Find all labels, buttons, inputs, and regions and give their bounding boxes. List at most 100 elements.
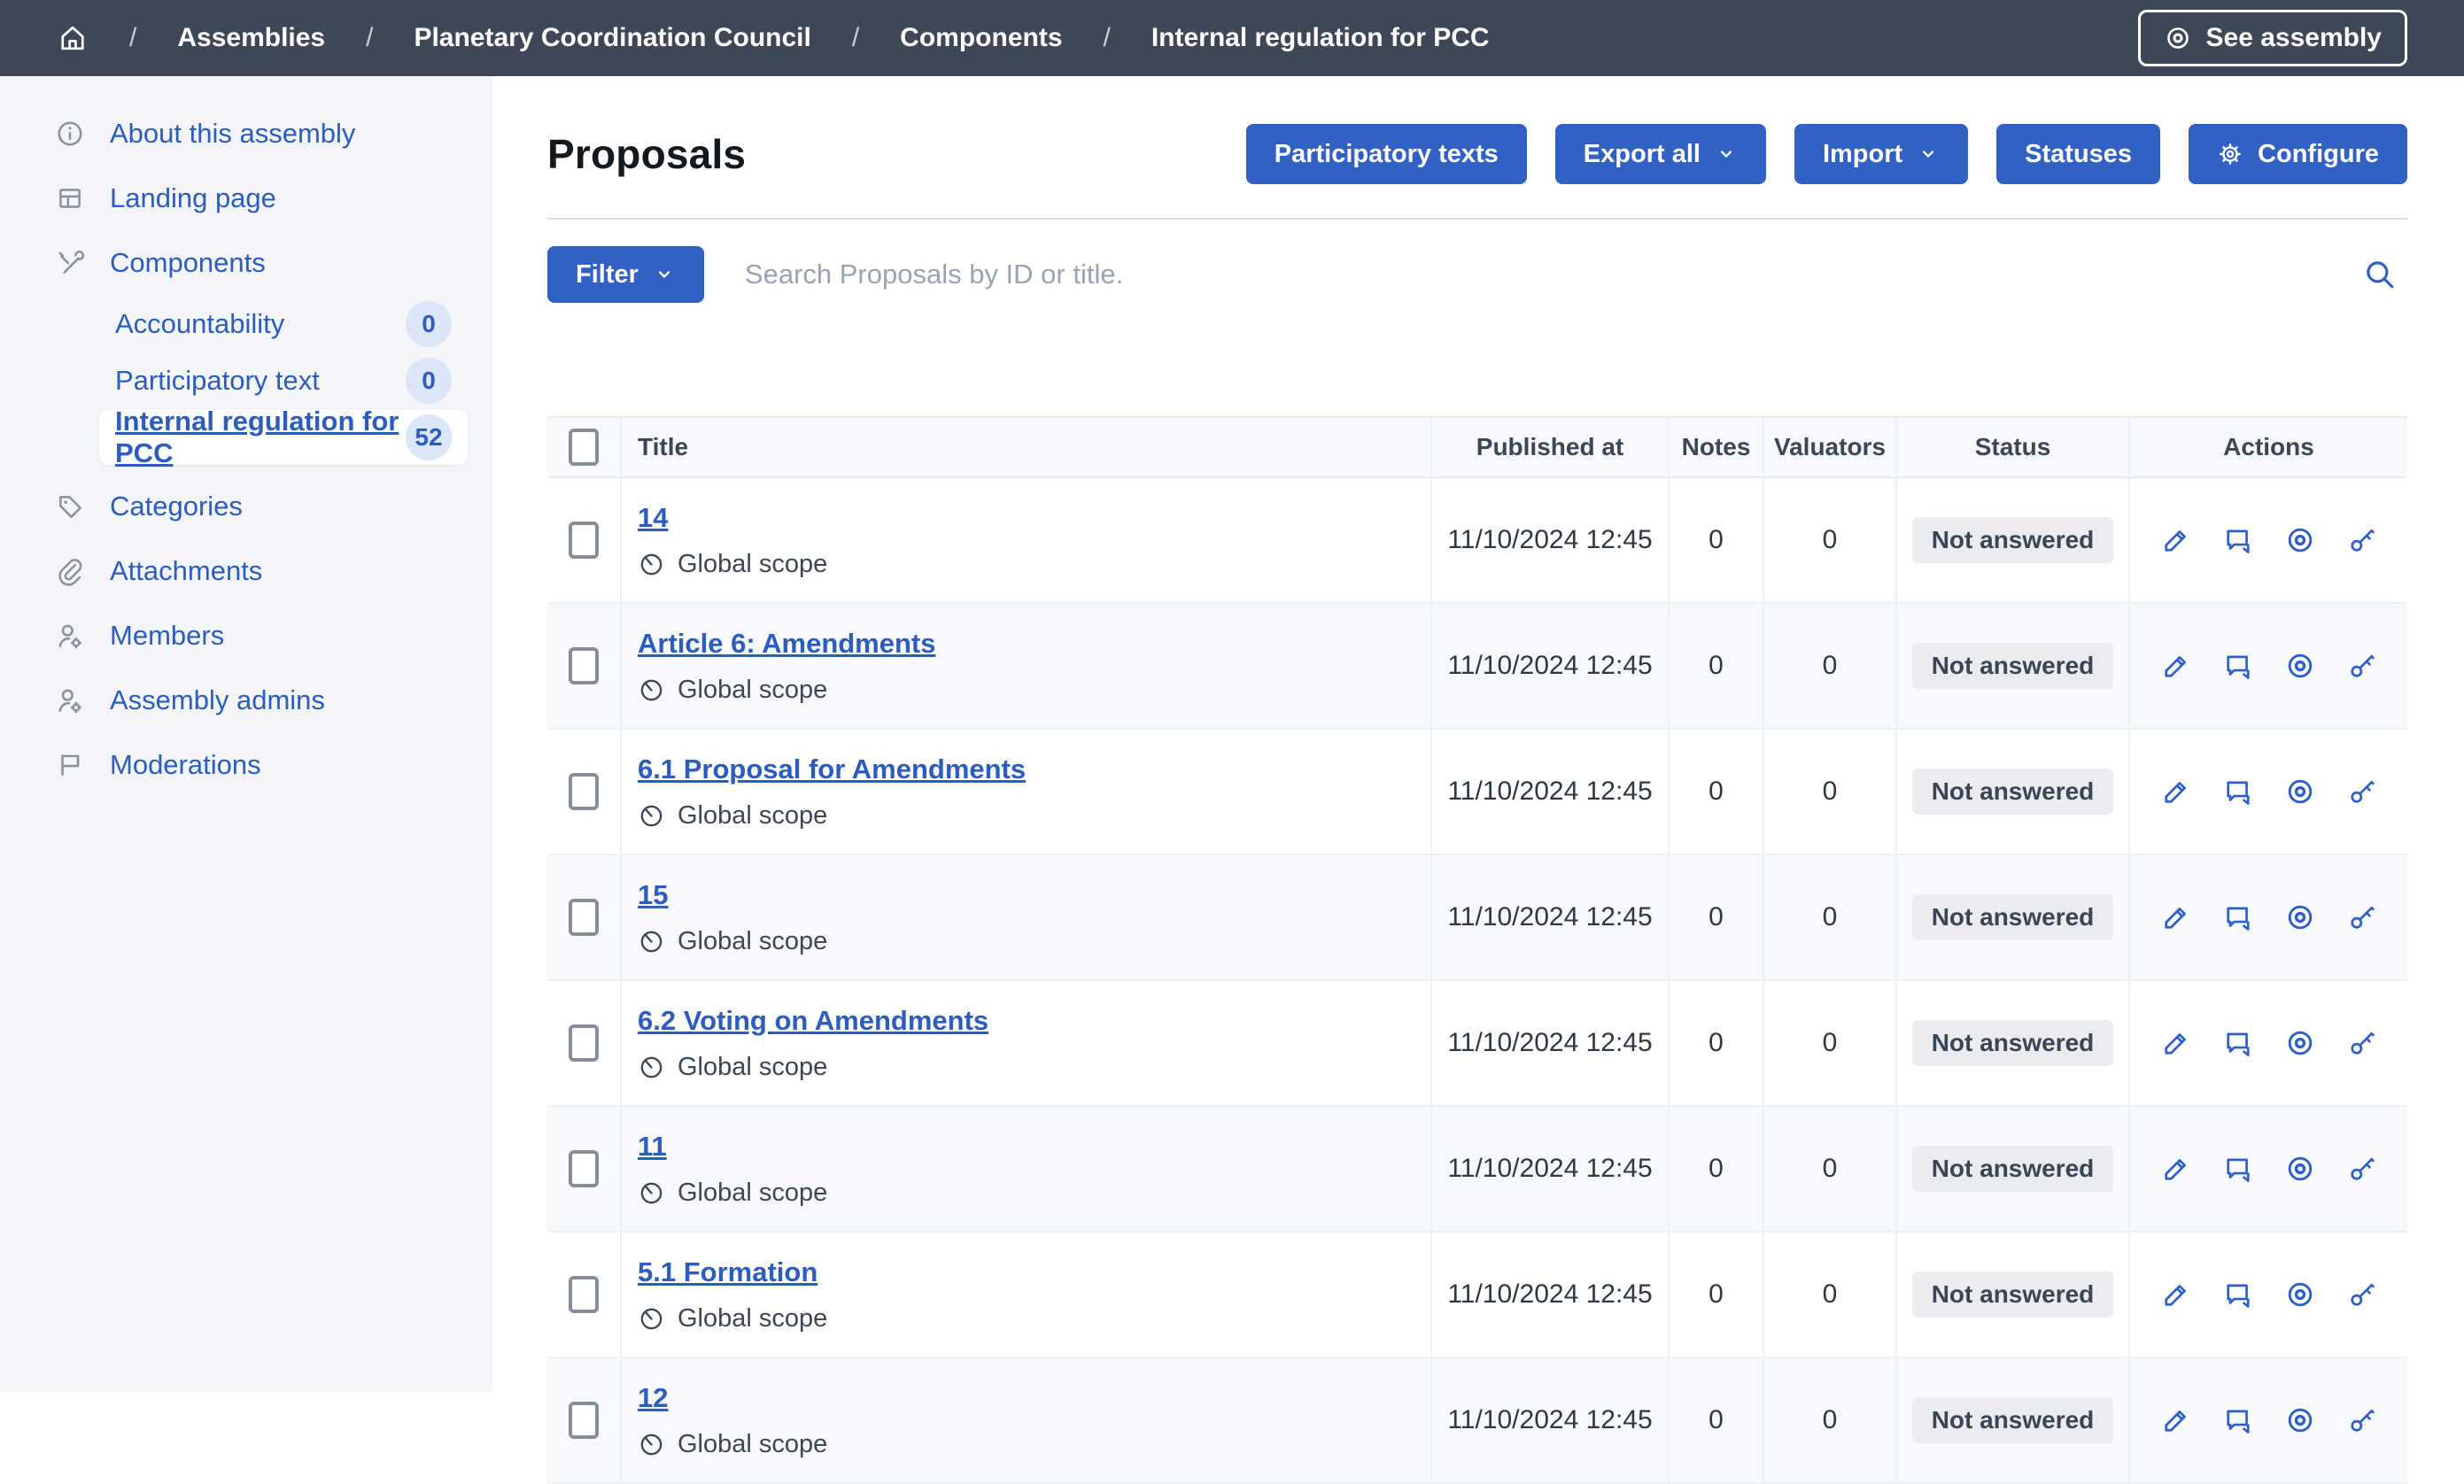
sidebar-item-assembly-admins[interactable]: Assembly admins xyxy=(0,668,492,732)
key-icon xyxy=(2346,1027,2378,1059)
breadcrumb-bar: / Assemblies / Planetary Coordination Co… xyxy=(0,0,2464,76)
pencil-icon xyxy=(2160,524,2192,556)
answer-proposal-button[interactable] xyxy=(2222,776,2254,808)
proposal-title-link[interactable]: 11 xyxy=(638,1131,667,1163)
answer-proposal-button[interactable] xyxy=(2222,1027,2254,1059)
permissions-action-button[interactable] xyxy=(2346,776,2378,808)
permissions-action-button[interactable] xyxy=(2346,650,2378,682)
sidebar-subitem[interactable]: Accountability 0 xyxy=(99,297,468,352)
proposal-title-link[interactable]: Article 6: Amendments xyxy=(638,628,936,660)
row-checkbox[interactable] xyxy=(569,773,599,810)
notes-count: 0 xyxy=(1670,604,1764,728)
edit-action-button[interactable] xyxy=(2160,776,2192,808)
row-checkbox[interactable] xyxy=(569,647,599,684)
permissions-action-button[interactable] xyxy=(2346,524,2378,556)
sidebar-item-categories[interactable]: Categories xyxy=(0,474,492,538)
preview-action-button[interactable] xyxy=(2284,1279,2316,1310)
gear-icon xyxy=(2217,141,2243,167)
sidebar-subitem[interactable]: Participatory text 0 xyxy=(99,353,468,408)
published-at-value: 11/10/2024 12:45 xyxy=(1432,1107,1670,1231)
preview-target-icon xyxy=(2284,650,2316,682)
breadcrumb-components[interactable]: Components xyxy=(900,23,1062,53)
sidebar-item-moderations[interactable]: Moderations xyxy=(0,732,492,797)
permissions-action-button[interactable] xyxy=(2346,1153,2378,1185)
preview-action-button[interactable] xyxy=(2284,1404,2316,1436)
breadcrumb-separator: / xyxy=(366,23,373,53)
select-all-checkbox[interactable] xyxy=(569,429,599,466)
preview-action-button[interactable] xyxy=(2284,650,2316,682)
permissions-action-button[interactable] xyxy=(2346,1279,2378,1310)
import-button[interactable]: Import xyxy=(1794,124,1968,184)
search-input[interactable] xyxy=(743,258,2322,291)
sidebar-item-components[interactable]: Components xyxy=(0,230,492,295)
sidebar-item-landing-page[interactable]: Landing page xyxy=(0,166,492,230)
row-checkbox[interactable] xyxy=(569,1024,599,1062)
pencil-icon xyxy=(2160,1027,2192,1059)
layout-icon xyxy=(55,183,85,213)
preview-action-button[interactable] xyxy=(2284,776,2316,808)
edit-action-button[interactable] xyxy=(2160,1027,2192,1059)
breadcrumb-assembly-name[interactable]: Planetary Coordination Council xyxy=(414,23,810,53)
status-badge: Not answered xyxy=(1912,517,2114,563)
count-badge: 0 xyxy=(406,358,452,404)
edit-action-button[interactable] xyxy=(2160,650,2192,682)
proposal-title-link[interactable]: 12 xyxy=(638,1382,668,1414)
participatory-texts-button[interactable]: Participatory texts xyxy=(1246,124,1527,184)
sidebar-subitem-label: Accountability xyxy=(115,308,406,340)
preview-action-button[interactable] xyxy=(2284,901,2316,933)
edit-action-button[interactable] xyxy=(2160,1279,2192,1310)
edit-action-button[interactable] xyxy=(2160,1404,2192,1436)
table-row: 5.1 Formation Global scope 11/10/202 xyxy=(547,1233,2407,1358)
answer-proposal-button[interactable] xyxy=(2222,1279,2254,1310)
preview-action-button[interactable] xyxy=(2284,1027,2316,1059)
published-at-value: 11/10/2024 12:45 xyxy=(1432,604,1670,728)
permissions-action-button[interactable] xyxy=(2346,901,2378,933)
export-all-button[interactable]: Export all xyxy=(1555,124,1766,184)
home-icon[interactable] xyxy=(57,22,89,54)
answer-proposal-button[interactable] xyxy=(2222,901,2254,933)
status-badge: Not answered xyxy=(1912,1146,2114,1192)
answer-proposal-button[interactable] xyxy=(2222,524,2254,556)
row-checkbox[interactable] xyxy=(569,1150,599,1187)
preview-target-icon xyxy=(2284,1279,2316,1310)
row-checkbox[interactable] xyxy=(569,1402,599,1439)
scope-label: Global scope xyxy=(678,801,827,831)
count-badge: 52 xyxy=(406,414,452,460)
proposal-title-link[interactable]: 5.1 Formation xyxy=(638,1256,817,1288)
edit-action-button[interactable] xyxy=(2160,524,2192,556)
flag-icon xyxy=(55,750,85,780)
answer-proposal-button[interactable] xyxy=(2222,1404,2254,1436)
permissions-action-button[interactable] xyxy=(2346,1027,2378,1059)
proposal-title-link[interactable]: 6.2 Voting on Amendments xyxy=(638,1005,988,1037)
sidebar-item-about[interactable]: About this assembly xyxy=(0,101,492,166)
row-checkbox[interactable] xyxy=(569,522,599,559)
chat-icon xyxy=(2222,1404,2254,1436)
edit-action-button[interactable] xyxy=(2160,901,2192,933)
answer-proposal-button[interactable] xyxy=(2222,650,2254,682)
filter-button[interactable]: Filter xyxy=(547,246,704,303)
scope-label: Global scope xyxy=(678,676,827,705)
statuses-button[interactable]: Statuses xyxy=(1996,124,2160,184)
search-icon[interactable] xyxy=(2361,256,2398,293)
sidebar-item-attachments[interactable]: Attachments xyxy=(0,538,492,603)
sidebar-item-label: Members xyxy=(110,620,224,652)
row-checkbox[interactable] xyxy=(569,899,599,936)
row-checkbox[interactable] xyxy=(569,1276,599,1313)
status-badge: Not answered xyxy=(1912,1397,2114,1443)
preview-action-button[interactable] xyxy=(2284,524,2316,556)
configure-button[interactable]: Configure xyxy=(2189,124,2407,184)
permissions-action-button[interactable] xyxy=(2346,1404,2378,1436)
proposal-title-link[interactable]: 6.1 Proposal for Amendments xyxy=(638,754,1026,785)
breadcrumb-separator: / xyxy=(1104,23,1111,53)
proposal-title-link[interactable]: 14 xyxy=(638,502,668,534)
edit-action-button[interactable] xyxy=(2160,1153,2192,1185)
answer-proposal-button[interactable] xyxy=(2222,1153,2254,1185)
scope-icon xyxy=(638,1305,665,1333)
proposal-title-link[interactable]: 15 xyxy=(638,879,668,911)
sidebar-subitem[interactable]: Internal regulation for PCC 52 xyxy=(99,410,468,465)
sidebar-item-members[interactable]: Members xyxy=(0,603,492,668)
participatory-texts-label: Participatory texts xyxy=(1275,140,1499,169)
preview-action-button[interactable] xyxy=(2284,1153,2316,1185)
breadcrumb-assemblies[interactable]: Assemblies xyxy=(177,23,325,53)
see-assembly-button[interactable]: See assembly xyxy=(2138,10,2407,66)
